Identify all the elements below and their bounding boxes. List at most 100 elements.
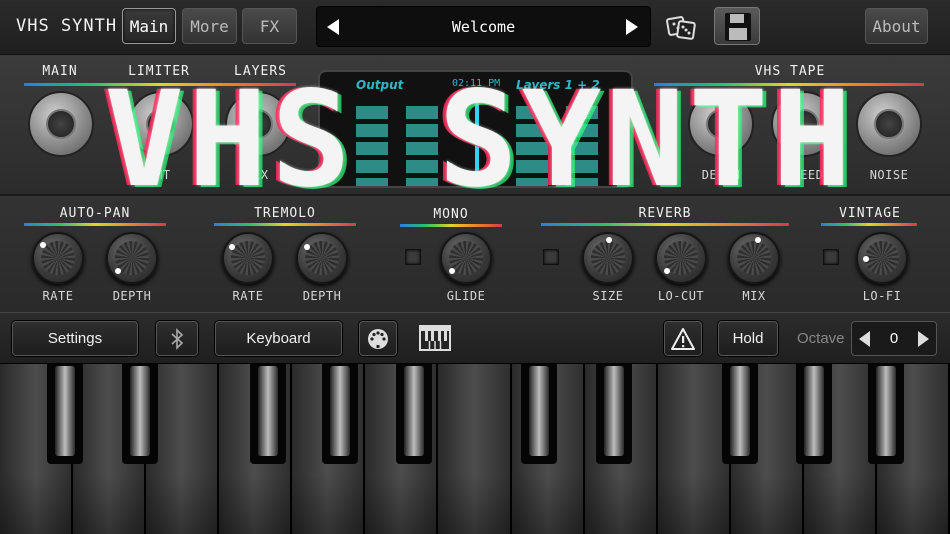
control-bar: Settings Keyboard Hold Octave 0 <box>0 312 950 364</box>
limiter-amt-label: AMT <box>147 168 171 182</box>
tape-noise-knob[interactable] <box>856 91 922 157</box>
reverb-mix-label: MIX <box>742 289 766 303</box>
rainbow-divider <box>24 83 296 86</box>
tape-speed-knob[interactable] <box>771 91 837 157</box>
meter-segment <box>406 178 438 186</box>
vintage-lofi-label: LO-FI <box>862 289 902 303</box>
mono-title: MONO <box>433 207 469 222</box>
autopan-rate-label: RATE <box>42 289 74 303</box>
main-volume-knob[interactable] <box>28 91 94 157</box>
black-key[interactable] <box>796 364 832 464</box>
tremolo-depth-knob[interactable] <box>296 232 348 284</box>
tremolo-rate-knob[interactable] <box>222 232 274 284</box>
octave-up-arrow-icon[interactable] <box>918 331 929 347</box>
meter-segment <box>356 160 388 173</box>
layers-mix-knob[interactable] <box>225 91 291 157</box>
save-button[interactable] <box>714 7 760 45</box>
preset-prev-arrow-icon[interactable] <box>327 19 339 35</box>
tremolo-depth-label: DEPTH <box>302 289 342 303</box>
octave-down-arrow-icon[interactable] <box>859 331 870 347</box>
keyboard-button[interactable]: Keyboard <box>215 321 342 356</box>
mono-glide-knob[interactable] <box>440 232 492 284</box>
tape-depth-knob[interactable] <box>688 91 754 157</box>
meter-segment <box>356 106 388 119</box>
piano-icon[interactable] <box>419 323 451 353</box>
tab-main[interactable]: Main <box>122 8 176 44</box>
rainbow-divider <box>541 223 789 226</box>
meter-segment <box>566 178 598 186</box>
meter-segment <box>516 142 548 155</box>
settings-button[interactable]: Settings <box>12 321 138 356</box>
reverb-checkbox[interactable] <box>543 249 559 265</box>
preset-name[interactable]: Welcome <box>357 18 610 36</box>
limiter-amount-knob[interactable] <box>128 91 194 157</box>
dice-icon[interactable] <box>666 12 696 42</box>
bluetooth-icon <box>171 327 184 350</box>
meter-segment <box>566 160 598 173</box>
mono-glide-label: GLIDE <box>446 289 486 303</box>
save-icon <box>725 13 751 41</box>
meter-segment <box>356 142 388 155</box>
reverb-size-label: SIZE <box>592 289 624 303</box>
tab-fx[interactable]: FX <box>242 8 297 44</box>
tape-depth-label: DEPTH <box>701 168 741 182</box>
black-key[interactable] <box>521 364 557 464</box>
display-output-label: Output <box>356 78 404 92</box>
white-key[interactable] <box>657 364 731 534</box>
tape-noise-label: NOISE <box>869 168 909 182</box>
meter-segment <box>406 142 438 155</box>
autopan-title: AUTO-PAN <box>59 206 131 221</box>
rainbow-divider <box>400 224 502 227</box>
output-display: Output 02:11 PM Layers 1 + 2 <box>318 70 633 188</box>
meter-segment <box>356 178 388 186</box>
section-main-label: MAIN <box>42 64 78 79</box>
black-key[interactable] <box>596 364 632 464</box>
black-key[interactable] <box>722 364 758 464</box>
layers-mix-label: MIX <box>245 168 269 182</box>
reverb-locut-knob[interactable] <box>655 232 707 284</box>
octave-label: Octave <box>797 330 845 347</box>
preset-selector: Welcome <box>316 6 651 47</box>
rainbow-divider <box>654 83 924 86</box>
section-vhs-tape-label: VHS TAPE <box>754 64 826 79</box>
rainbow-divider <box>214 223 356 226</box>
section-limiter-label: LIMITER <box>128 64 190 79</box>
autopan-rate-knob[interactable] <box>32 232 84 284</box>
tape-speed-label: SPEED <box>784 168 824 182</box>
black-key[interactable] <box>868 364 904 464</box>
vintage-checkbox[interactable] <box>823 249 839 265</box>
panic-button[interactable] <box>664 321 702 356</box>
black-key[interactable] <box>322 364 358 464</box>
hold-button[interactable]: Hold <box>718 321 778 356</box>
mono-checkbox[interactable] <box>405 249 421 265</box>
black-key[interactable] <box>396 364 432 464</box>
bluetooth-button[interactable] <box>156 321 198 356</box>
reverb-mix-knob[interactable] <box>728 232 780 284</box>
preset-next-arrow-icon[interactable] <box>626 19 638 35</box>
autopan-depth-knob[interactable] <box>106 232 158 284</box>
midi-button[interactable] <box>359 321 397 356</box>
vintage-title: VINTAGE <box>839 206 901 221</box>
top-bar: VHS SYNTH Main More FX Welcome About <box>0 0 950 55</box>
reverb-locut-label: LO-CUT <box>657 289 705 303</box>
display-playhead <box>475 102 479 177</box>
black-key[interactable] <box>122 364 158 464</box>
meter-segment <box>566 124 598 137</box>
reverb-title: REVERB <box>638 206 692 221</box>
tab-more[interactable]: More <box>182 8 237 44</box>
meter-segment <box>356 124 388 137</box>
meter-segment <box>566 106 598 119</box>
white-key[interactable] <box>438 364 512 534</box>
meter-segment <box>516 178 548 186</box>
about-button[interactable]: About <box>865 8 928 44</box>
black-key[interactable] <box>250 364 286 464</box>
autopan-depth-label: DEPTH <box>112 289 152 303</box>
black-key[interactable] <box>47 364 83 464</box>
display-time: 02:11 PM <box>452 78 501 89</box>
reverb-size-knob[interactable] <box>582 232 634 284</box>
meter-segment <box>516 160 548 173</box>
fx-section: AUTO-PAN RATE DEPTH TREMOLO RATE DEPTH M… <box>0 196 950 312</box>
piano-keyboard <box>0 364 950 534</box>
rainbow-divider <box>821 223 917 226</box>
vintage-lofi-knob[interactable] <box>856 232 908 284</box>
